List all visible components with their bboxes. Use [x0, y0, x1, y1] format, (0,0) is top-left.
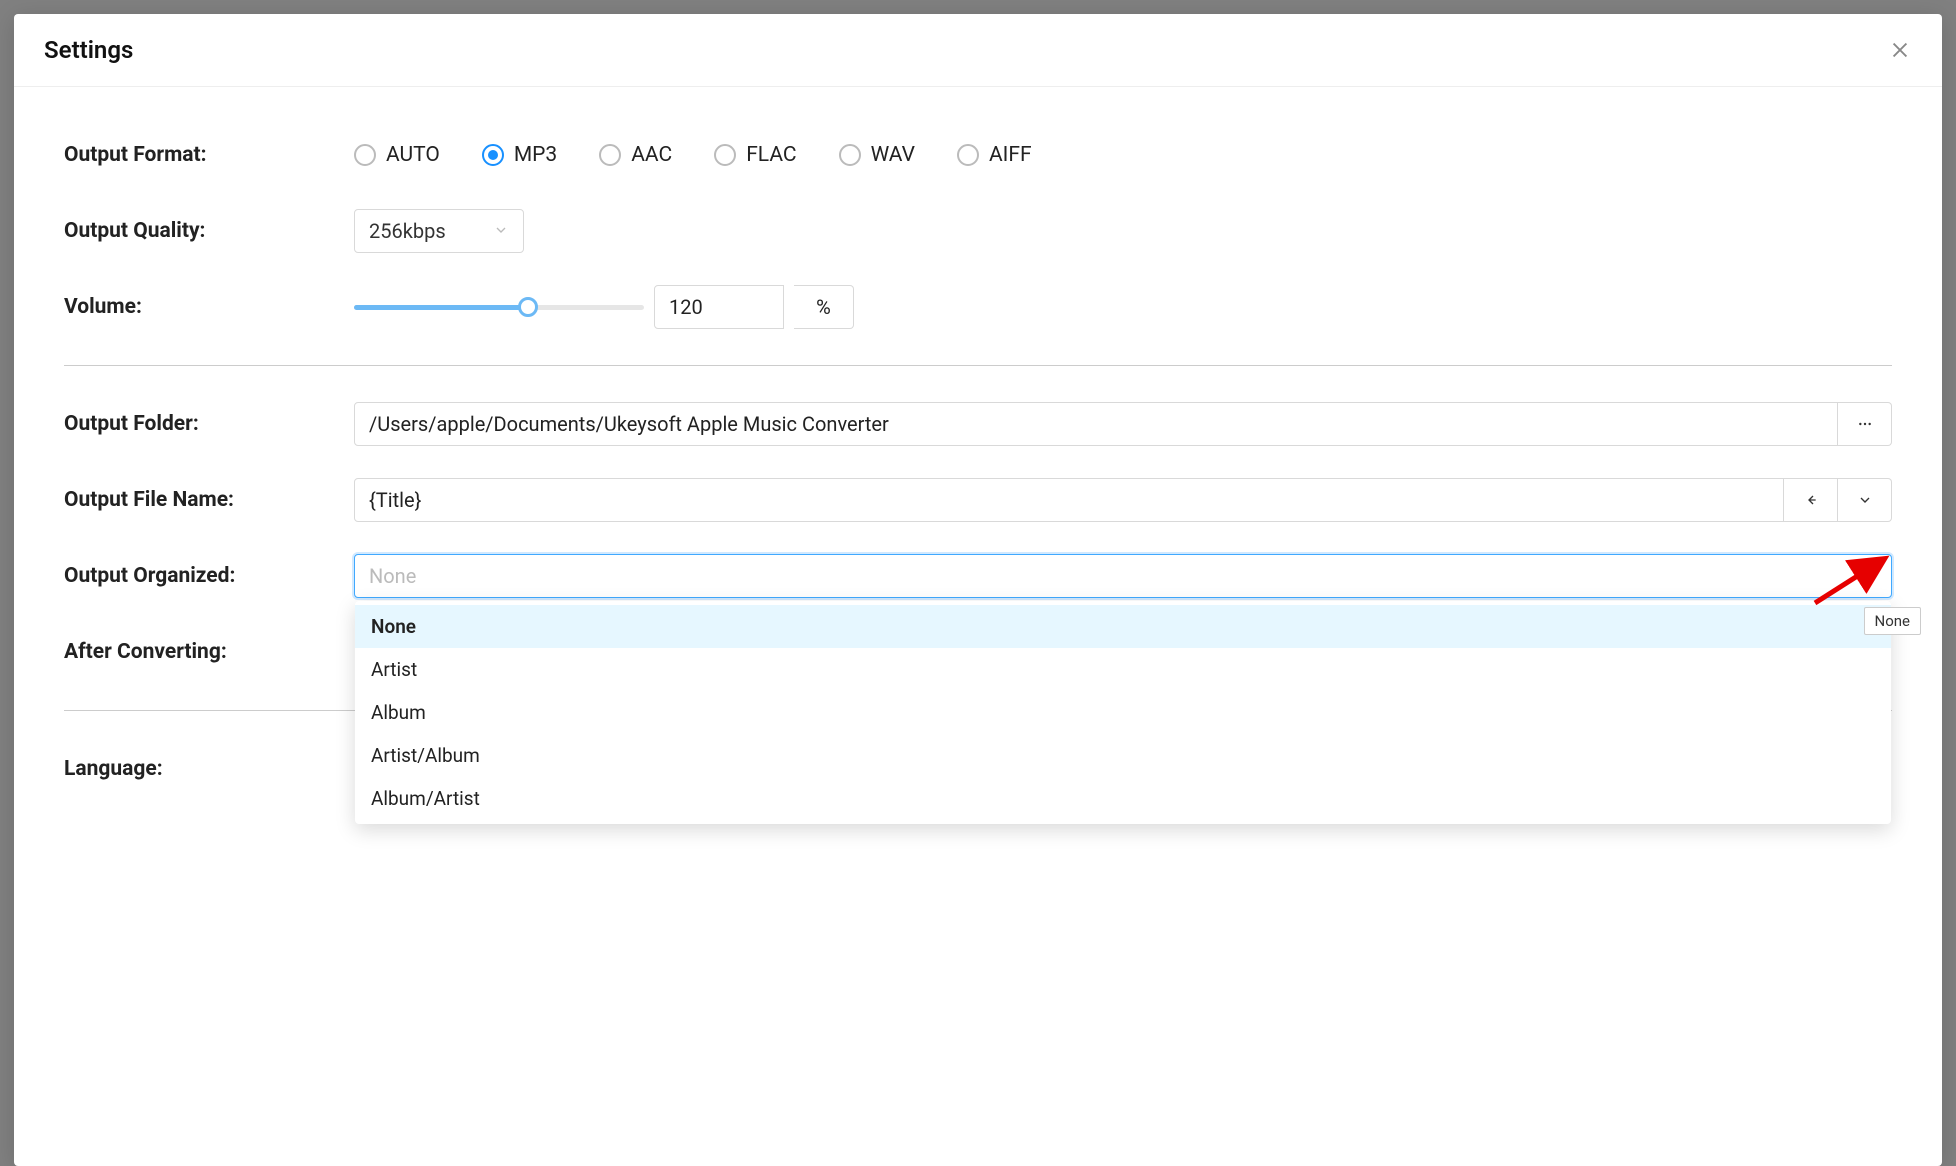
output-organized-placeholder: None — [369, 564, 416, 588]
radio-label: MP3 — [514, 143, 557, 167]
radio-mp3[interactable]: MP3 — [482, 143, 557, 167]
modal-body: Output Format: AUTO MP3 AAC FLAC WAV AIFF Out… — [14, 87, 1942, 1166]
dropdown-item[interactable]: None — [355, 605, 1891, 648]
output-format-radio-group: AUTO MP3 AAC FLAC WAV AIFF — [354, 143, 1032, 167]
radio-label: FLAC — [746, 143, 796, 167]
row-output-folder: Output Folder: /Users/apple/Documents/Uk… — [64, 396, 1892, 452]
output-quality-select[interactable]: 256kbps — [354, 209, 524, 253]
radio-ring-icon — [714, 144, 736, 166]
chevron-down-icon — [1857, 492, 1873, 508]
slider-thumb[interactable] — [518, 297, 538, 317]
radio-ring-icon — [599, 144, 621, 166]
row-output-format: Output Format: AUTO MP3 AAC FLAC WAV AIFF — [64, 127, 1892, 183]
arrow-left-icon — [1803, 492, 1819, 508]
radio-ring-icon — [354, 144, 376, 166]
row-output-file-name: Output File Name: {Title} — [64, 472, 1892, 528]
close-button[interactable] — [1888, 38, 1912, 62]
tooltip: None — [1864, 607, 1922, 635]
dropdown-item[interactable]: Album — [355, 691, 1891, 734]
volume-input[interactable]: 120 — [654, 285, 784, 329]
radio-aac[interactable]: AAC — [599, 143, 672, 167]
output-file-name-input[interactable]: {Title} — [354, 478, 1784, 522]
row-volume: Volume: 120 % — [64, 279, 1892, 335]
dropdown-item[interactable]: Artist — [355, 648, 1891, 691]
divider — [64, 365, 1892, 366]
slider-fill — [354, 305, 528, 310]
label-after-converting: After Converting: — [64, 640, 354, 664]
label-volume: Volume: — [64, 295, 354, 319]
dots-icon — [1857, 416, 1873, 432]
modal-title: Settings — [44, 36, 133, 64]
output-folder-input[interactable]: /Users/apple/Documents/Ukeysoft Apple Mu… — [354, 402, 1838, 446]
chevron-down-icon — [493, 219, 509, 243]
settings-modal: Settings Output Format: AUTO MP3 AAC FLAC WA… — [14, 14, 1942, 1166]
row-output-organized: Output Organized: None None NoneArtistAl… — [64, 548, 1892, 604]
radio-wav[interactable]: WAV — [839, 143, 915, 167]
radio-ring-icon — [957, 144, 979, 166]
label-output-quality: Output Quality: — [64, 219, 354, 243]
label-output-folder: Output Folder: — [64, 412, 354, 436]
output-organized-dropdown: NoneArtistAlbumArtist/AlbumAlbum/Artist — [355, 601, 1891, 824]
volume-slider[interactable] — [354, 295, 644, 319]
close-icon — [1889, 39, 1911, 61]
modal-header: Settings — [14, 14, 1942, 87]
radio-label: WAV — [871, 143, 915, 167]
radio-ring-icon — [839, 144, 861, 166]
undo-filename-button[interactable] — [1784, 478, 1838, 522]
volume-unit: % — [794, 285, 854, 329]
radio-ring-icon — [482, 144, 504, 166]
radio-label: AUTO — [386, 143, 440, 167]
chevron-down-icon — [1861, 564, 1877, 588]
output-organized-select[interactable]: None None NoneArtistAlbumArtist/AlbumAlb… — [354, 554, 1892, 598]
label-output-format: Output Format: — [64, 143, 354, 167]
filename-template-button[interactable] — [1838, 478, 1892, 522]
radio-flac[interactable]: FLAC — [714, 143, 796, 167]
browse-folder-button[interactable] — [1838, 402, 1892, 446]
dropdown-item[interactable]: Artist/Album — [355, 734, 1891, 777]
radio-label: AIFF — [989, 143, 1032, 167]
label-output-file-name: Output File Name: — [64, 488, 354, 512]
row-output-quality: Output Quality: 256kbps — [64, 203, 1892, 259]
output-quality-value: 256kbps — [369, 219, 446, 243]
dropdown-item[interactable]: Album/Artist — [355, 777, 1891, 820]
label-output-organized: Output Organized: — [64, 564, 354, 588]
radio-aiff[interactable]: AIFF — [957, 143, 1032, 167]
label-language: Language: — [64, 757, 354, 781]
radio-auto[interactable]: AUTO — [354, 143, 440, 167]
radio-label: AAC — [631, 143, 672, 167]
